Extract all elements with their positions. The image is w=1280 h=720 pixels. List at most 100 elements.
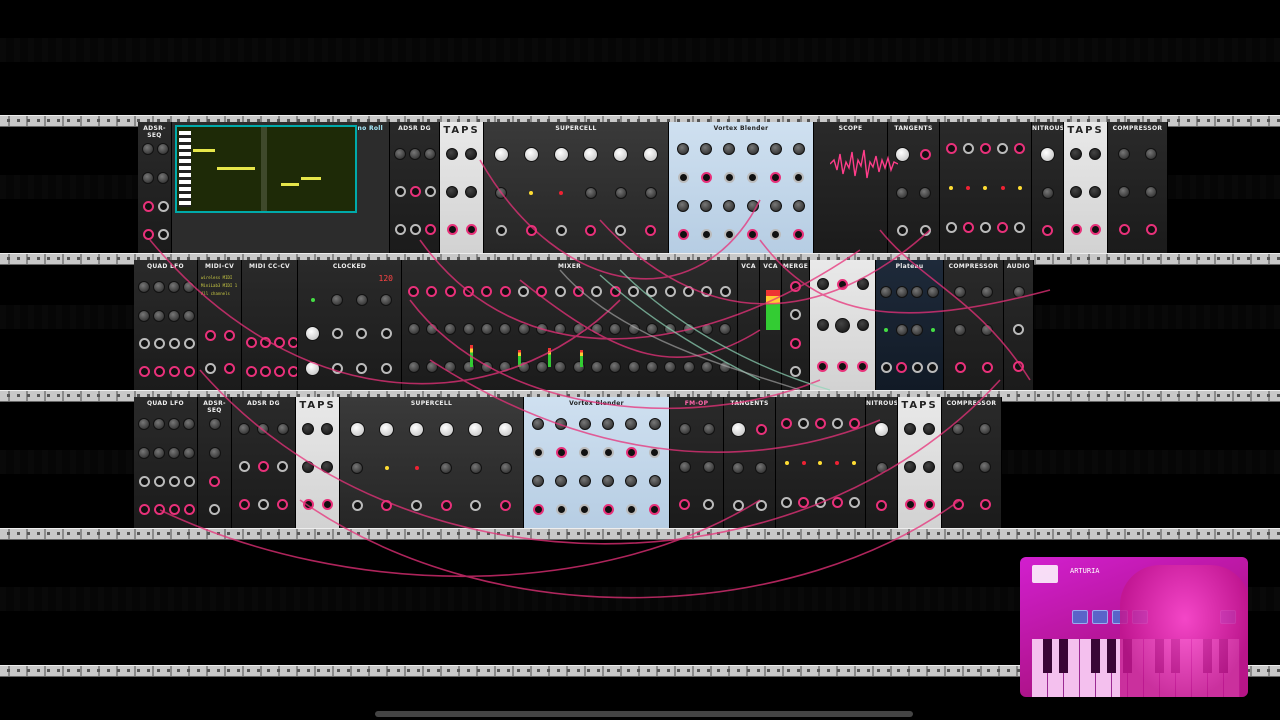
jack[interactable] xyxy=(274,337,285,349)
knob[interactable] xyxy=(535,360,548,373)
jack[interactable] xyxy=(719,285,731,297)
knob[interactable] xyxy=(627,322,640,335)
knob[interactable] xyxy=(351,462,364,475)
knob[interactable] xyxy=(723,200,736,212)
jack[interactable] xyxy=(945,142,957,154)
jack[interactable] xyxy=(790,337,801,349)
knob[interactable] xyxy=(153,309,165,322)
jack[interactable] xyxy=(609,285,621,297)
jack[interactable] xyxy=(927,361,939,373)
knob[interactable] xyxy=(614,187,627,200)
jack[interactable] xyxy=(465,224,477,236)
note[interactable] xyxy=(281,183,299,186)
knob[interactable] xyxy=(572,322,585,335)
knob[interactable] xyxy=(602,418,615,430)
knob[interactable] xyxy=(554,322,567,335)
knob[interactable] xyxy=(627,360,640,373)
knob[interactable] xyxy=(1118,185,1130,198)
jack[interactable] xyxy=(814,417,826,429)
knob[interactable] xyxy=(425,322,438,335)
knob[interactable] xyxy=(677,143,690,155)
jack[interactable] xyxy=(896,224,908,236)
note[interactable] xyxy=(217,167,255,170)
knob[interactable] xyxy=(755,462,767,475)
jack[interactable] xyxy=(142,201,154,212)
knob[interactable] xyxy=(682,360,695,373)
jack[interactable] xyxy=(1145,224,1157,236)
jack[interactable] xyxy=(770,229,782,240)
jack[interactable] xyxy=(679,499,690,511)
jack[interactable] xyxy=(831,496,843,508)
jack[interactable] xyxy=(954,361,966,373)
module-adsr-seq[interactable]: ADSR-SEQ xyxy=(138,122,172,253)
slider[interactable] xyxy=(394,147,406,160)
knob[interactable] xyxy=(625,418,638,430)
knob[interactable] xyxy=(919,187,931,200)
knob[interactable] xyxy=(578,418,591,430)
jack[interactable] xyxy=(848,417,860,429)
jack[interactable] xyxy=(683,285,695,297)
note[interactable] xyxy=(193,149,215,152)
jack[interactable] xyxy=(677,229,689,240)
knob[interactable] xyxy=(493,147,509,163)
jack[interactable] xyxy=(408,285,420,297)
knob[interactable] xyxy=(792,143,805,155)
jack[interactable] xyxy=(331,327,343,339)
knob[interactable] xyxy=(302,460,314,473)
jack[interactable] xyxy=(356,327,368,339)
jack[interactable] xyxy=(555,504,567,515)
jack[interactable] xyxy=(142,229,154,240)
module-taps[interactable]: TAPS xyxy=(1064,122,1108,253)
knob[interactable] xyxy=(157,172,169,184)
knob[interactable] xyxy=(769,143,782,155)
jack[interactable] xyxy=(790,281,801,293)
jack[interactable] xyxy=(183,338,195,350)
jack[interactable] xyxy=(880,361,892,373)
knob[interactable] xyxy=(979,422,991,435)
jack[interactable] xyxy=(223,363,235,375)
jack[interactable] xyxy=(495,224,507,236)
knob[interactable] xyxy=(719,322,732,335)
module-vortex-blender[interactable]: Vortex Blender xyxy=(524,397,670,528)
jack[interactable] xyxy=(857,360,868,372)
knob[interactable] xyxy=(816,278,829,291)
jack[interactable] xyxy=(246,365,257,377)
knob[interactable] xyxy=(183,447,195,459)
jack[interactable] xyxy=(138,504,150,515)
module-adsr-dg[interactable]: ADSR DG xyxy=(232,397,296,528)
jack[interactable] xyxy=(444,285,456,297)
jack[interactable] xyxy=(555,447,567,458)
jack[interactable] xyxy=(1014,221,1026,233)
module-supercell[interactable]: SUPERCELL xyxy=(340,397,524,528)
knob[interactable] xyxy=(856,278,869,291)
jack[interactable] xyxy=(260,365,271,377)
knob[interactable] xyxy=(523,147,539,163)
module-nitrous[interactable]: NITROUS xyxy=(1032,122,1064,253)
knob[interactable] xyxy=(499,322,512,335)
module-midi-cv[interactable]: MIDI-CV wireless MIDI MiniLab3 MIDI 1 Al… xyxy=(198,260,242,390)
jack[interactable] xyxy=(356,362,368,374)
knob[interactable] xyxy=(157,143,169,155)
midi-device-screen[interactable]: wireless MIDI MiniLab3 MIDI 1 All channe… xyxy=(201,274,238,298)
jack[interactable] xyxy=(246,337,257,349)
jack[interactable] xyxy=(260,337,271,349)
jack[interactable] xyxy=(1089,224,1101,236)
knob[interactable] xyxy=(407,322,420,335)
jack[interactable] xyxy=(424,224,436,236)
knob[interactable] xyxy=(495,187,508,200)
knob[interactable] xyxy=(678,460,691,473)
jack[interactable] xyxy=(625,447,637,458)
knob[interactable] xyxy=(723,143,736,155)
knob[interactable] xyxy=(609,322,622,335)
knob[interactable] xyxy=(138,280,150,293)
knob[interactable] xyxy=(305,360,321,376)
jack[interactable] xyxy=(911,361,923,373)
knob[interactable] xyxy=(153,418,165,430)
jack[interactable] xyxy=(979,142,991,154)
jack[interactable] xyxy=(277,461,289,473)
module-merge[interactable]: MERGE xyxy=(782,260,810,390)
module-compressor[interactable]: COMPRESSOR xyxy=(942,397,1002,528)
knob[interactable] xyxy=(535,322,548,335)
knob[interactable] xyxy=(904,422,916,435)
jack[interactable] xyxy=(649,447,661,458)
